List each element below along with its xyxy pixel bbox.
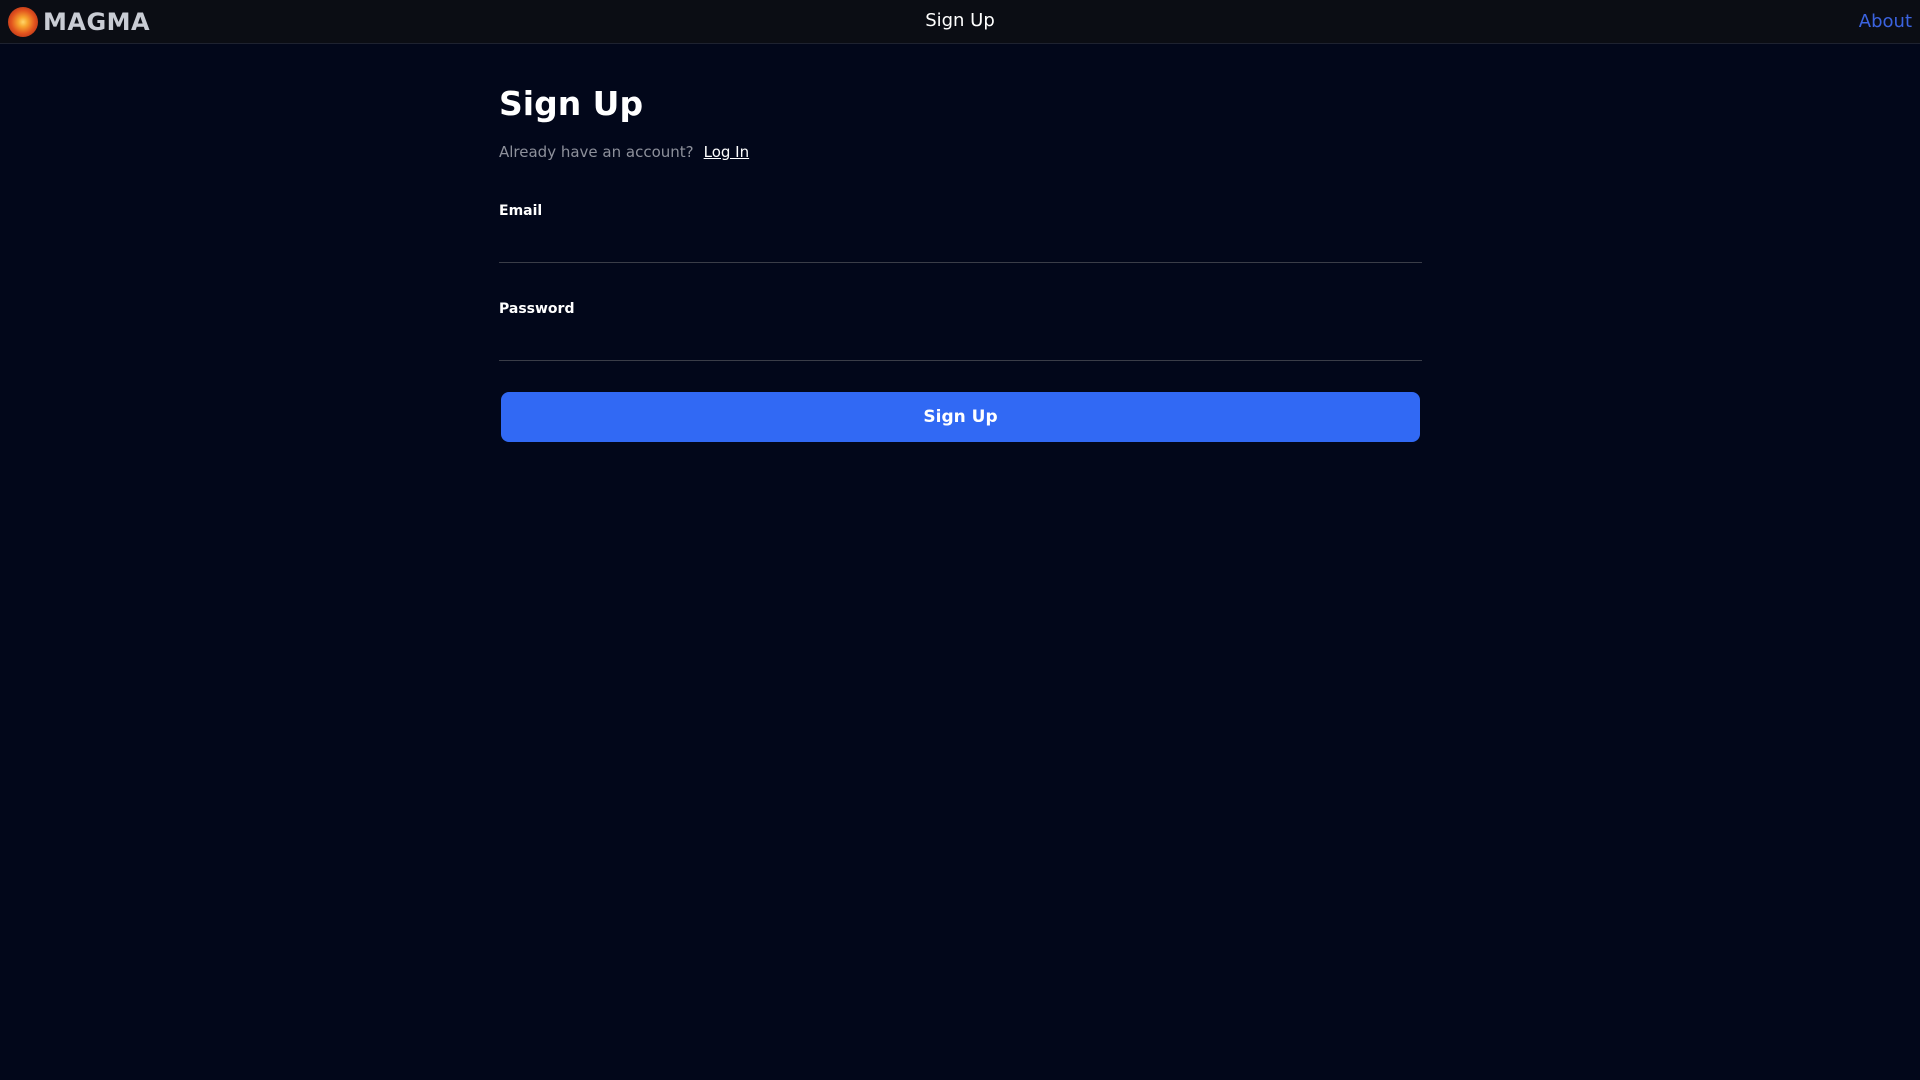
already-have-account: Already have an account? Log In	[499, 142, 1422, 162]
signup-form: Sign Up Already have an account? Log In E…	[499, 80, 1422, 442]
password-input[interactable]	[499, 318, 1422, 361]
already-text: Already have an account?	[499, 143, 694, 161]
sign-up-button[interactable]: Sign Up	[501, 392, 1420, 442]
top-bar: MAGMA Sign Up About	[0, 0, 1920, 44]
about-link[interactable]: About	[1859, 10, 1912, 34]
email-input[interactable]	[499, 220, 1422, 263]
email-label: Email	[499, 203, 543, 219]
email-field-group: Email	[499, 202, 1422, 263]
login-link[interactable]: Log In	[704, 143, 750, 161]
page-title: Sign Up	[925, 10, 995, 31]
form-heading: Sign Up	[499, 84, 644, 123]
password-label: Password	[499, 301, 575, 317]
password-field-group: Password	[499, 300, 1422, 361]
